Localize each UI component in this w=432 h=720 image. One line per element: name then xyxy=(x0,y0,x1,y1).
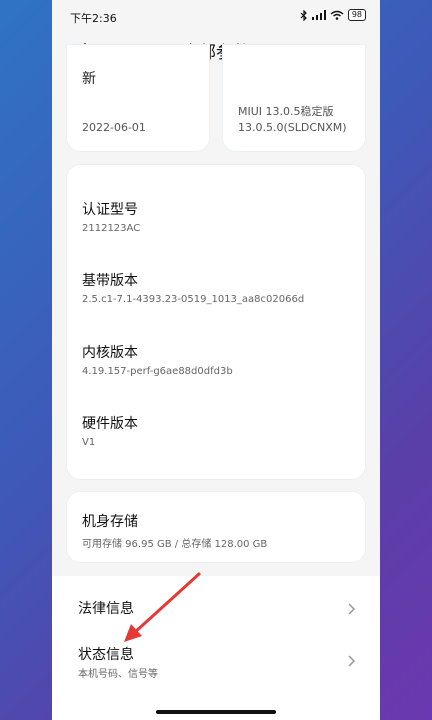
battery-icon: 98 xyxy=(347,9,366,21)
info-item-model: 认证型号 2112123AC xyxy=(82,199,140,234)
row-title: 状态信息 xyxy=(78,647,134,663)
info-label: 认证型号 xyxy=(82,202,138,218)
storage-value: 可用存储 96.95 GB / 总存储 128.00 GB xyxy=(82,539,268,550)
legal-info-row[interactable]: 法律信息 xyxy=(52,580,380,630)
more-info-list: 法律信息 状态信息 本机号码、信号等 xyxy=(52,576,380,720)
info-value: V1 xyxy=(82,437,96,448)
info-item-kernel: 内核版本 4.19.157-perf-g6ae88d0dfd3b xyxy=(82,342,233,377)
chevron-right-icon xyxy=(348,655,356,667)
storage-info: 机身存储 可用存储 96.95 GB / 总存储 128.00 GB xyxy=(82,511,267,550)
info-value: 2.5.c1-7.1-4393.23-0519_1013_aa8c02066d xyxy=(82,294,305,305)
row-title: 法律信息 xyxy=(78,601,134,617)
row-subtitle: 本机号码、信号等 xyxy=(78,669,158,680)
info-label: 基带版本 xyxy=(82,273,138,289)
miui-version: MIUI 13.0.5稳定版 xyxy=(238,105,334,118)
info-value: 4.19.157-perf-g6ae88d0dfd3b xyxy=(82,366,233,377)
status-info-row[interactable]: 状态信息 本机号码、信号等 xyxy=(52,634,380,694)
storage-label: 机身存储 xyxy=(82,514,138,530)
chevron-right-icon xyxy=(348,603,356,615)
device-info-card: 认证型号 2112123AC 基带版本 2.5.c1-7.1-4393.23-0… xyxy=(66,164,366,480)
bluetooth-icon xyxy=(300,9,307,21)
status-icons: 98 xyxy=(300,9,366,21)
miui-version-card: MIUI 13.0.5稳定版 13.0.5.0(SLDCNXM) xyxy=(222,44,366,152)
info-value: 2112123AC xyxy=(82,223,141,234)
miui-build: 13.0.5.0(SLDCNXM) xyxy=(238,121,347,134)
card-label-fragment: 新 xyxy=(82,71,96,87)
info-item-hardware: 硬件版本 V1 xyxy=(82,413,138,448)
storage-card[interactable]: 机身存储 可用存储 96.95 GB / 总存储 128.00 GB xyxy=(66,491,366,563)
info-label: 内核版本 xyxy=(82,345,138,361)
signal-icon xyxy=(311,10,326,20)
home-indicator[interactable] xyxy=(156,710,276,714)
release-date: 2022-06-01 xyxy=(82,121,146,134)
status-bar: 下午2:36 98 xyxy=(52,0,380,30)
info-label: 硬件版本 xyxy=(82,416,138,432)
release-date-card: 新 2022-06-01 xyxy=(66,44,210,152)
phone-screen: 下午2:36 98 全部参数 新 2022-06-01 MIUI 13.0.5稳… xyxy=(52,0,380,720)
wifi-icon xyxy=(330,10,344,20)
status-time: 下午2:36 xyxy=(70,12,117,25)
info-item-baseband: 基带版本 2.5.c1-7.1-4393.23-0519_1013_aa8c02… xyxy=(82,270,304,305)
